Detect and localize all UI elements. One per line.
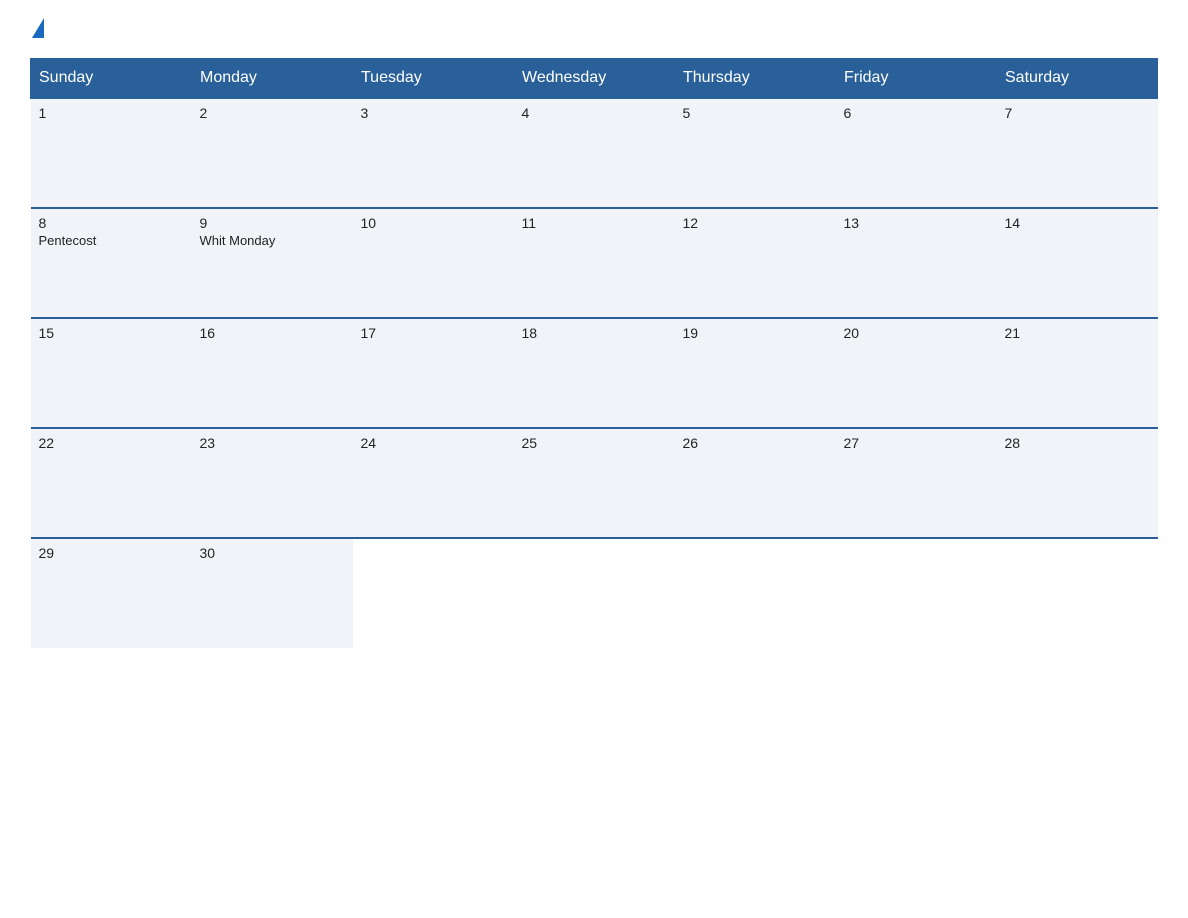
- calendar-cell: 28: [997, 428, 1158, 538]
- calendar-cell: [353, 538, 514, 648]
- calendar-cell: 22: [31, 428, 192, 538]
- calendar-cell: [836, 538, 997, 648]
- calendar-cell: 17: [353, 318, 514, 428]
- calendar-header: SundayMondayTuesdayWednesdayThursdayFrid…: [31, 59, 1158, 99]
- day-header-friday: Friday: [836, 59, 997, 99]
- day-header-thursday: Thursday: [675, 59, 836, 99]
- calendar-cell: 18: [514, 318, 675, 428]
- calendar-cell: 29: [31, 538, 192, 648]
- day-header-tuesday: Tuesday: [353, 59, 514, 99]
- day-number: 7: [1005, 105, 1150, 121]
- header: [30, 20, 1158, 40]
- day-number: 12: [683, 215, 828, 231]
- day-number: 6: [844, 105, 989, 121]
- day-number: 29: [39, 545, 184, 561]
- calendar-cell: 25: [514, 428, 675, 538]
- logo: [30, 20, 44, 40]
- day-number: 26: [683, 435, 828, 451]
- week-row-3: 15 16 17 18 19 20 21: [31, 318, 1158, 428]
- day-header-wednesday: Wednesday: [514, 59, 675, 99]
- calendar-cell: 9 Whit Monday: [192, 208, 353, 318]
- calendar-cell: 26: [675, 428, 836, 538]
- day-number: 25: [522, 435, 667, 451]
- calendar-cell: 30: [192, 538, 353, 648]
- calendar-cell: [675, 538, 836, 648]
- day-number: 18: [522, 325, 667, 341]
- calendar-cell: 13: [836, 208, 997, 318]
- calendar-cell: 21: [997, 318, 1158, 428]
- week-row-2: 8 Pentecost 9 Whit Monday 10 11 12 13 14: [31, 208, 1158, 318]
- week-row-1: 1234567: [31, 98, 1158, 208]
- day-number: 3: [361, 105, 506, 121]
- day-number: 21: [1005, 325, 1150, 341]
- day-number: 1: [39, 105, 184, 121]
- days-header-row: SundayMondayTuesdayWednesdayThursdayFrid…: [31, 59, 1158, 99]
- day-header-monday: Monday: [192, 59, 353, 99]
- day-number: 17: [361, 325, 506, 341]
- calendar-cell: 11: [514, 208, 675, 318]
- calendar-cell: 10: [353, 208, 514, 318]
- day-number: 16: [200, 325, 345, 341]
- calendar-table: SundayMondayTuesdayWednesdayThursdayFrid…: [30, 58, 1158, 648]
- calendar-cell: 27: [836, 428, 997, 538]
- calendar-cell: 14: [997, 208, 1158, 318]
- day-number: 15: [39, 325, 184, 341]
- event-label: Pentecost: [39, 233, 184, 248]
- logo-triangle-icon: [32, 18, 44, 38]
- calendar-cell: 12: [675, 208, 836, 318]
- week-row-4: 22 23 24 25 26 27 28: [31, 428, 1158, 538]
- day-number: 14: [1005, 215, 1150, 231]
- day-number: 19: [683, 325, 828, 341]
- day-header-saturday: Saturday: [997, 59, 1158, 99]
- day-number: 30: [200, 545, 345, 561]
- day-number: 10: [361, 215, 506, 231]
- calendar-cell: [514, 538, 675, 648]
- calendar-cell: 15: [31, 318, 192, 428]
- calendar-cell: 5: [675, 98, 836, 208]
- week-row-5: 29 30: [31, 538, 1158, 648]
- day-number: 28: [1005, 435, 1150, 451]
- day-number: 24: [361, 435, 506, 451]
- day-number: 22: [39, 435, 184, 451]
- calendar-cell: 1: [31, 98, 192, 208]
- calendar-cell: 4: [514, 98, 675, 208]
- day-number: 4: [522, 105, 667, 121]
- calendar-cell: 2: [192, 98, 353, 208]
- day-number: 9: [200, 215, 345, 231]
- day-number: 5: [683, 105, 828, 121]
- day-number: 11: [522, 215, 667, 231]
- day-number: 2: [200, 105, 345, 121]
- day-number: 13: [844, 215, 989, 231]
- calendar-cell: 19: [675, 318, 836, 428]
- day-number: 20: [844, 325, 989, 341]
- calendar-cell: 23: [192, 428, 353, 538]
- calendar-cell: [997, 538, 1158, 648]
- day-number: 27: [844, 435, 989, 451]
- day-header-sunday: Sunday: [31, 59, 192, 99]
- calendar-cell: 8 Pentecost: [31, 208, 192, 318]
- calendar-cell: 20: [836, 318, 997, 428]
- calendar-cell: 24: [353, 428, 514, 538]
- calendar-cell: 6: [836, 98, 997, 208]
- day-number: 23: [200, 435, 345, 451]
- calendar-body: 12345678Pentecost9Whit Monday10111213141…: [31, 98, 1158, 648]
- day-number: 8: [39, 215, 184, 231]
- calendar-cell: 3: [353, 98, 514, 208]
- calendar-cell: 7: [997, 98, 1158, 208]
- calendar-cell: 16: [192, 318, 353, 428]
- event-label: Whit Monday: [200, 233, 345, 248]
